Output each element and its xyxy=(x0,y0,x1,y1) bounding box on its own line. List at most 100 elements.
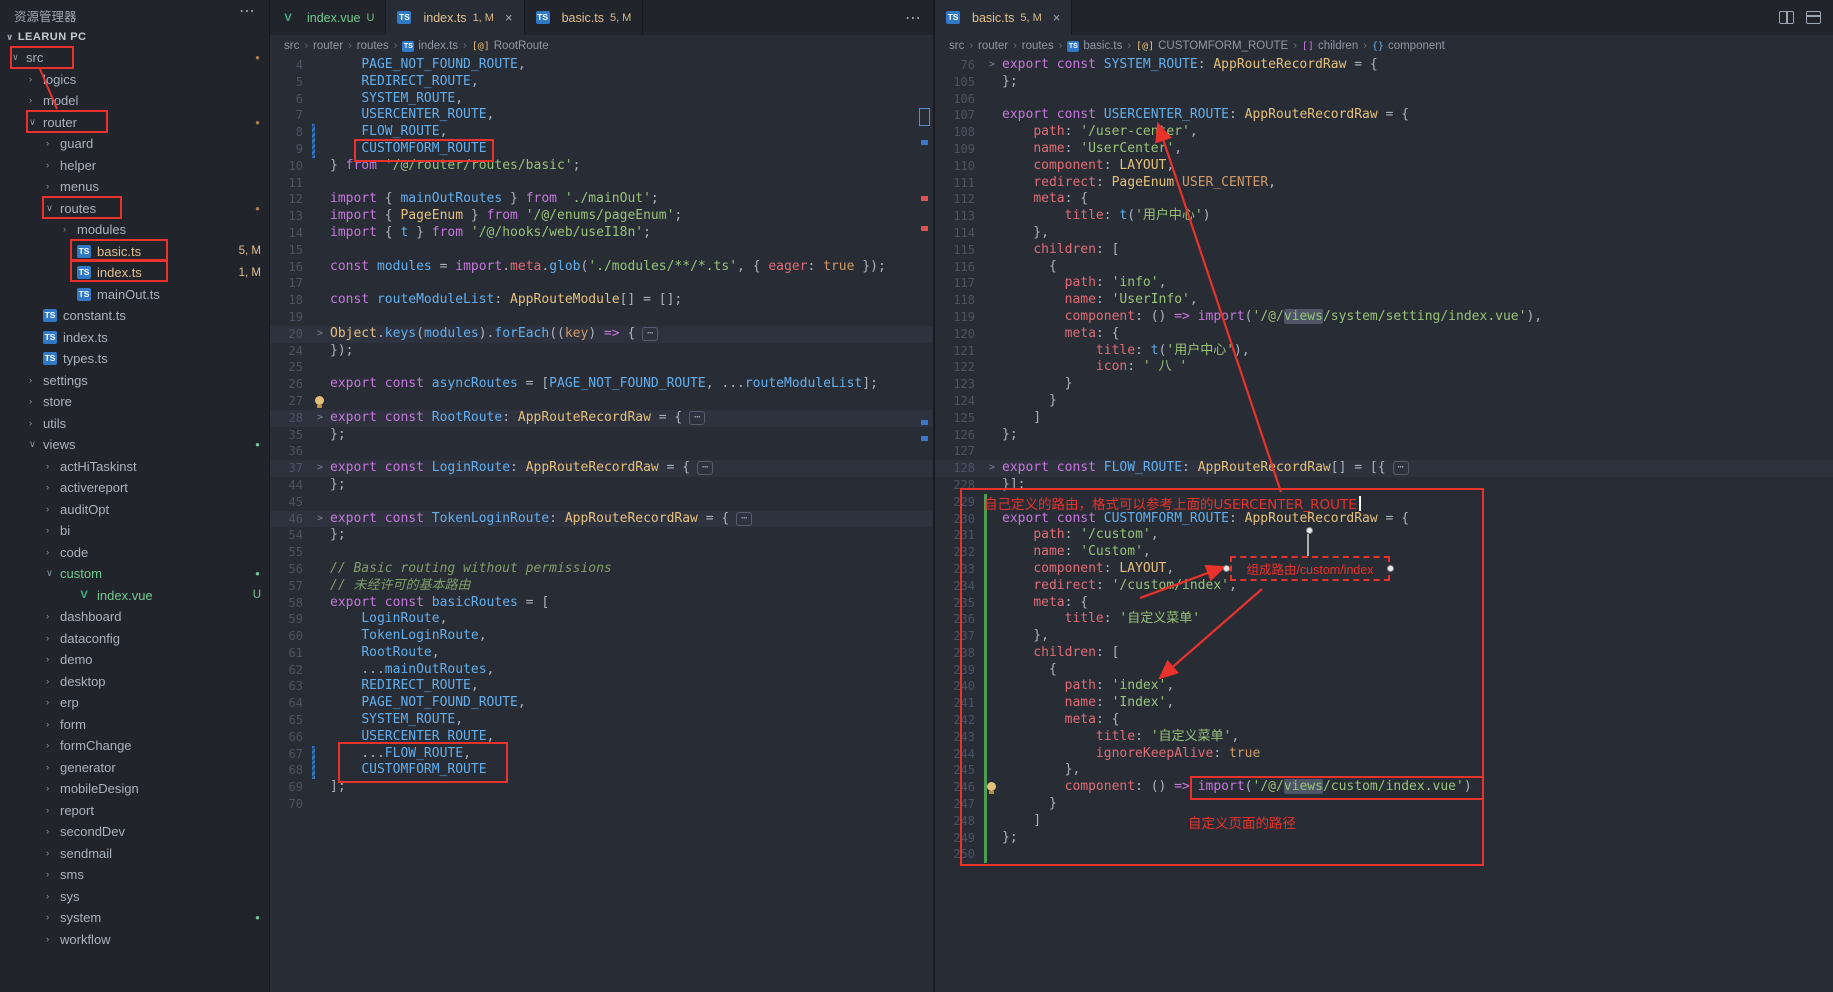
line-number[interactable]: 20 xyxy=(270,326,308,343)
line-number[interactable]: 246 xyxy=(935,779,980,796)
tree-item-utils[interactable]: ›utils xyxy=(0,413,270,435)
tree-item-basic.ts[interactable]: TSbasic.ts5, M xyxy=(0,241,270,263)
tree-item-activereport[interactable]: ›activereport xyxy=(0,477,270,499)
line-number[interactable]: 237 xyxy=(935,628,980,645)
tree-item-modules[interactable]: ›modules xyxy=(0,219,270,241)
tree-item-workflow[interactable]: ›workflow xyxy=(0,929,270,951)
line-number[interactable]: 55 xyxy=(270,544,308,561)
line-number[interactable]: 35 xyxy=(270,427,308,444)
code-line-125[interactable]: 125 ] xyxy=(935,410,1833,427)
tree-item-erp[interactable]: ›erp xyxy=(0,692,270,714)
code-line-12[interactable]: 12import { mainOutRoutes } from './mainO… xyxy=(270,191,933,208)
breadcrumb-item-RootRoute[interactable]: [@]RootRoute xyxy=(472,40,549,52)
line-number[interactable]: 238 xyxy=(935,645,980,662)
tree-item-generator[interactable]: ›generator xyxy=(0,757,270,779)
code-line-25[interactable]: 25 xyxy=(270,359,933,376)
line-number[interactable]: 248 xyxy=(935,813,980,830)
code-line-35[interactable]: 35}; xyxy=(270,427,933,444)
line-number[interactable]: 128 xyxy=(935,460,980,477)
line-number[interactable]: 231 xyxy=(935,527,980,544)
tree-item-model[interactable]: ›model xyxy=(0,90,270,112)
line-number[interactable]: 24 xyxy=(270,343,308,360)
code-line-69[interactable]: 69]; xyxy=(270,779,933,796)
line-number[interactable]: 127 xyxy=(935,443,980,460)
tree-item-types.ts[interactable]: TStypes.ts xyxy=(0,348,270,370)
line-number[interactable]: 229 xyxy=(935,494,980,511)
lightbulb-icon[interactable] xyxy=(987,782,996,791)
code-line-65[interactable]: 65 SYSTEM_ROUTE, xyxy=(270,712,933,729)
code-line-59[interactable]: 59 LoginRoute, xyxy=(270,611,933,628)
folded-region-badge[interactable]: ⋯ xyxy=(689,411,705,425)
code-line-55[interactable]: 55 xyxy=(270,544,933,561)
tree-item-views[interactable]: ∨views● xyxy=(0,434,270,456)
breadcrumb-item-CUSTOMFORM_ROUTE[interactable]: [@]CUSTOMFORM_ROUTE xyxy=(1136,40,1288,52)
line-number[interactable]: 242 xyxy=(935,712,980,729)
line-number[interactable]: 241 xyxy=(935,695,980,712)
code-line-111[interactable]: 111 redirect: PageEnum.USER_CENTER, xyxy=(935,175,1833,192)
line-number[interactable]: 124 xyxy=(935,393,980,410)
code-line-106[interactable]: 106 xyxy=(935,91,1833,108)
line-number[interactable]: 18 xyxy=(270,292,308,309)
tree-item-form[interactable]: ›form xyxy=(0,714,270,736)
line-number[interactable]: 57 xyxy=(270,578,308,595)
code-line-107[interactable]: 107export const USERCENTER_ROUTE: AppRou… xyxy=(935,107,1833,124)
code-line-239[interactable]: 239 { xyxy=(935,662,1833,679)
code-line-63[interactable]: 63 REDIRECT_ROUTE, xyxy=(270,678,933,695)
line-number[interactable]: 247 xyxy=(935,796,980,813)
tree-item-sms[interactable]: ›sms xyxy=(0,864,270,886)
code-line-11[interactable]: 11 xyxy=(270,175,933,192)
line-number[interactable]: 58 xyxy=(270,595,308,612)
line-number[interactable]: 105 xyxy=(935,74,980,91)
line-number[interactable]: 25 xyxy=(270,359,308,376)
fold-chevron-icon[interactable]: > xyxy=(317,326,323,343)
line-number[interactable]: 120 xyxy=(935,326,980,343)
line-number[interactable]: 244 xyxy=(935,746,980,763)
breadcrumb-item-routes[interactable]: routes xyxy=(1022,40,1054,52)
editor-layout-icon[interactable] xyxy=(1806,11,1821,24)
line-number[interactable]: 230 xyxy=(935,511,980,528)
code-line-109[interactable]: 109 name: 'UserCenter', xyxy=(935,141,1833,158)
breadcrumb-item-index.ts[interactable]: TSindex.ts xyxy=(402,40,458,52)
code-line-68[interactable]: 68 CUSTOMFORM_ROUTE xyxy=(270,762,933,779)
line-number[interactable]: 250 xyxy=(935,846,980,863)
code-line-15[interactable]: 15 xyxy=(270,242,933,259)
tree-item-index.vue[interactable]: Vindex.vueU xyxy=(0,585,270,607)
code-line-233[interactable]: 233 component: LAYOUT, xyxy=(935,561,1833,578)
code-line-118[interactable]: 118 name: 'UserInfo', xyxy=(935,292,1833,309)
code-line-57[interactable]: 57// 未经许可的基本路由 xyxy=(270,578,933,595)
code-line-56[interactable]: 56// Basic routing without permissions xyxy=(270,561,933,578)
line-number[interactable]: 107 xyxy=(935,107,980,124)
line-number[interactable]: 106 xyxy=(935,91,980,108)
line-number[interactable]: 69 xyxy=(270,779,308,796)
tree-item-store[interactable]: ›store xyxy=(0,391,270,413)
code-line-45[interactable]: 45 xyxy=(270,494,933,511)
fold-chevron-icon[interactable]: > xyxy=(989,460,995,477)
line-number[interactable]: 26 xyxy=(270,376,308,393)
line-number[interactable]: 17 xyxy=(270,275,308,292)
close-icon[interactable]: × xyxy=(505,10,513,25)
code-line-44[interactable]: 44}; xyxy=(270,477,933,494)
code-line-116[interactable]: 116 { xyxy=(935,259,1833,276)
code-line-105[interactable]: 105}; xyxy=(935,74,1833,91)
code-line-24[interactable]: 24}); xyxy=(270,343,933,360)
line-number[interactable]: 123 xyxy=(935,376,980,393)
line-number[interactable]: 13 xyxy=(270,208,308,225)
code-editor-basic-ts[interactable]: 76>export const SYSTEM_ROUTE: AppRouteRe… xyxy=(935,57,1833,863)
code-line-46[interactable]: 46>export const TokenLoginRoute: AppRout… xyxy=(270,511,933,528)
code-line-13[interactable]: 13import { PageEnum } from '/@/enums/pag… xyxy=(270,208,933,225)
tree-item-dashboard[interactable]: ›dashboard xyxy=(0,606,270,628)
line-number[interactable]: 108 xyxy=(935,124,980,141)
code-line-243[interactable]: 243 title: '自定义菜单', xyxy=(935,729,1833,746)
line-number[interactable]: 16 xyxy=(270,259,308,276)
tree-item-auditOpt[interactable]: ›auditOpt xyxy=(0,499,270,521)
code-line-128[interactable]: 128>export const FLOW_ROUTE: AppRouteRec… xyxy=(935,460,1833,477)
line-number[interactable]: 111 xyxy=(935,175,980,192)
code-line-244[interactable]: 244 ignoreKeepAlive: true xyxy=(935,746,1833,763)
code-line-4[interactable]: 4 PAGE_NOT_FOUND_ROUTE, xyxy=(270,57,933,74)
close-icon[interactable]: × xyxy=(1053,10,1061,25)
line-number[interactable]: 60 xyxy=(270,628,308,645)
code-line-64[interactable]: 64 PAGE_NOT_FOUND_ROUTE, xyxy=(270,695,933,712)
line-number[interactable]: 61 xyxy=(270,645,308,662)
code-line-27[interactable]: 27 xyxy=(270,393,933,410)
tree-item-code[interactable]: ›code xyxy=(0,542,270,564)
